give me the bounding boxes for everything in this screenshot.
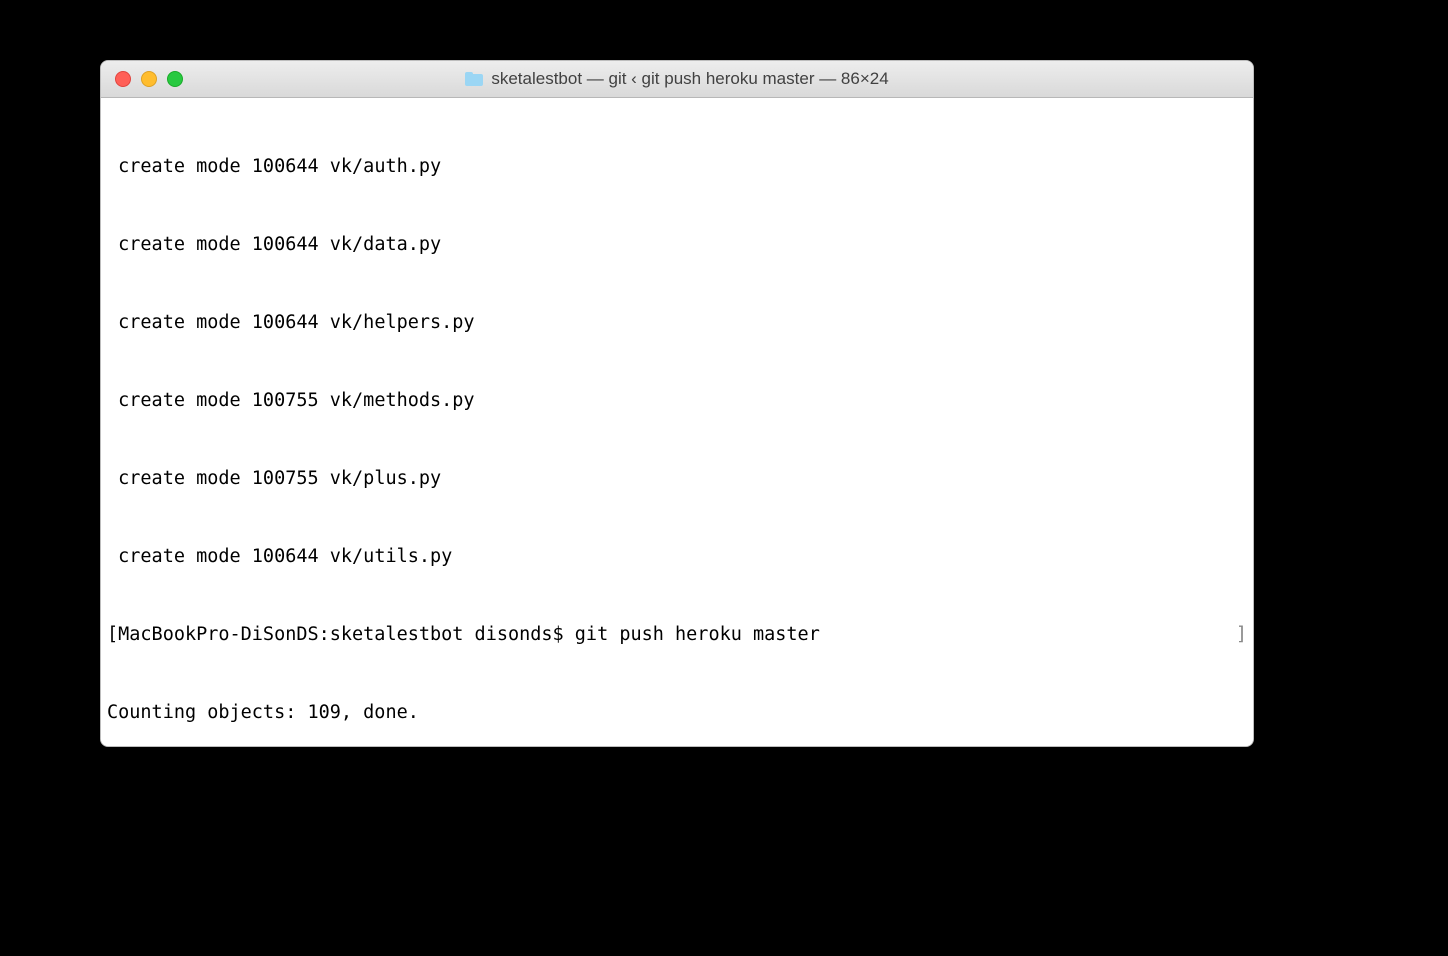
close-button[interactable] [115, 71, 131, 87]
terminal-line: create mode 100644 vk/data.py [107, 232, 1247, 258]
terminal-prompt: [MacBookPro-DiSonDS:sketalestbot disonds… [107, 622, 820, 648]
folder-icon [465, 72, 483, 86]
terminal-window: sketalestbot — git ‹ git push heroku mas… [100, 60, 1254, 747]
title-center: sketalestbot — git ‹ git push heroku mas… [101, 69, 1253, 89]
window-title: sketalestbot — git ‹ git push heroku mas… [491, 69, 888, 89]
zoom-button[interactable] [167, 71, 183, 87]
terminal-prompt-line: [MacBookPro-DiSonDS:sketalestbot disonds… [107, 622, 1247, 648]
traffic-lights [101, 71, 183, 87]
terminal-prompt-close: ] [1236, 622, 1247, 648]
terminal-line: create mode 100755 vk/plus.py [107, 466, 1247, 492]
terminal-line: create mode 100755 vk/methods.py [107, 388, 1247, 414]
terminal-line: create mode 100644 vk/auth.py [107, 154, 1247, 180]
terminal-line: Counting objects: 109, done. [107, 700, 1247, 726]
terminal-line: create mode 100644 vk/helpers.py [107, 310, 1247, 336]
terminal-line: create mode 100644 vk/utils.py [107, 544, 1247, 570]
minimize-button[interactable] [141, 71, 157, 87]
terminal-body[interactable]: create mode 100644 vk/auth.py create mod… [101, 98, 1253, 747]
window-titlebar[interactable]: sketalestbot — git ‹ git push heroku mas… [101, 61, 1253, 98]
